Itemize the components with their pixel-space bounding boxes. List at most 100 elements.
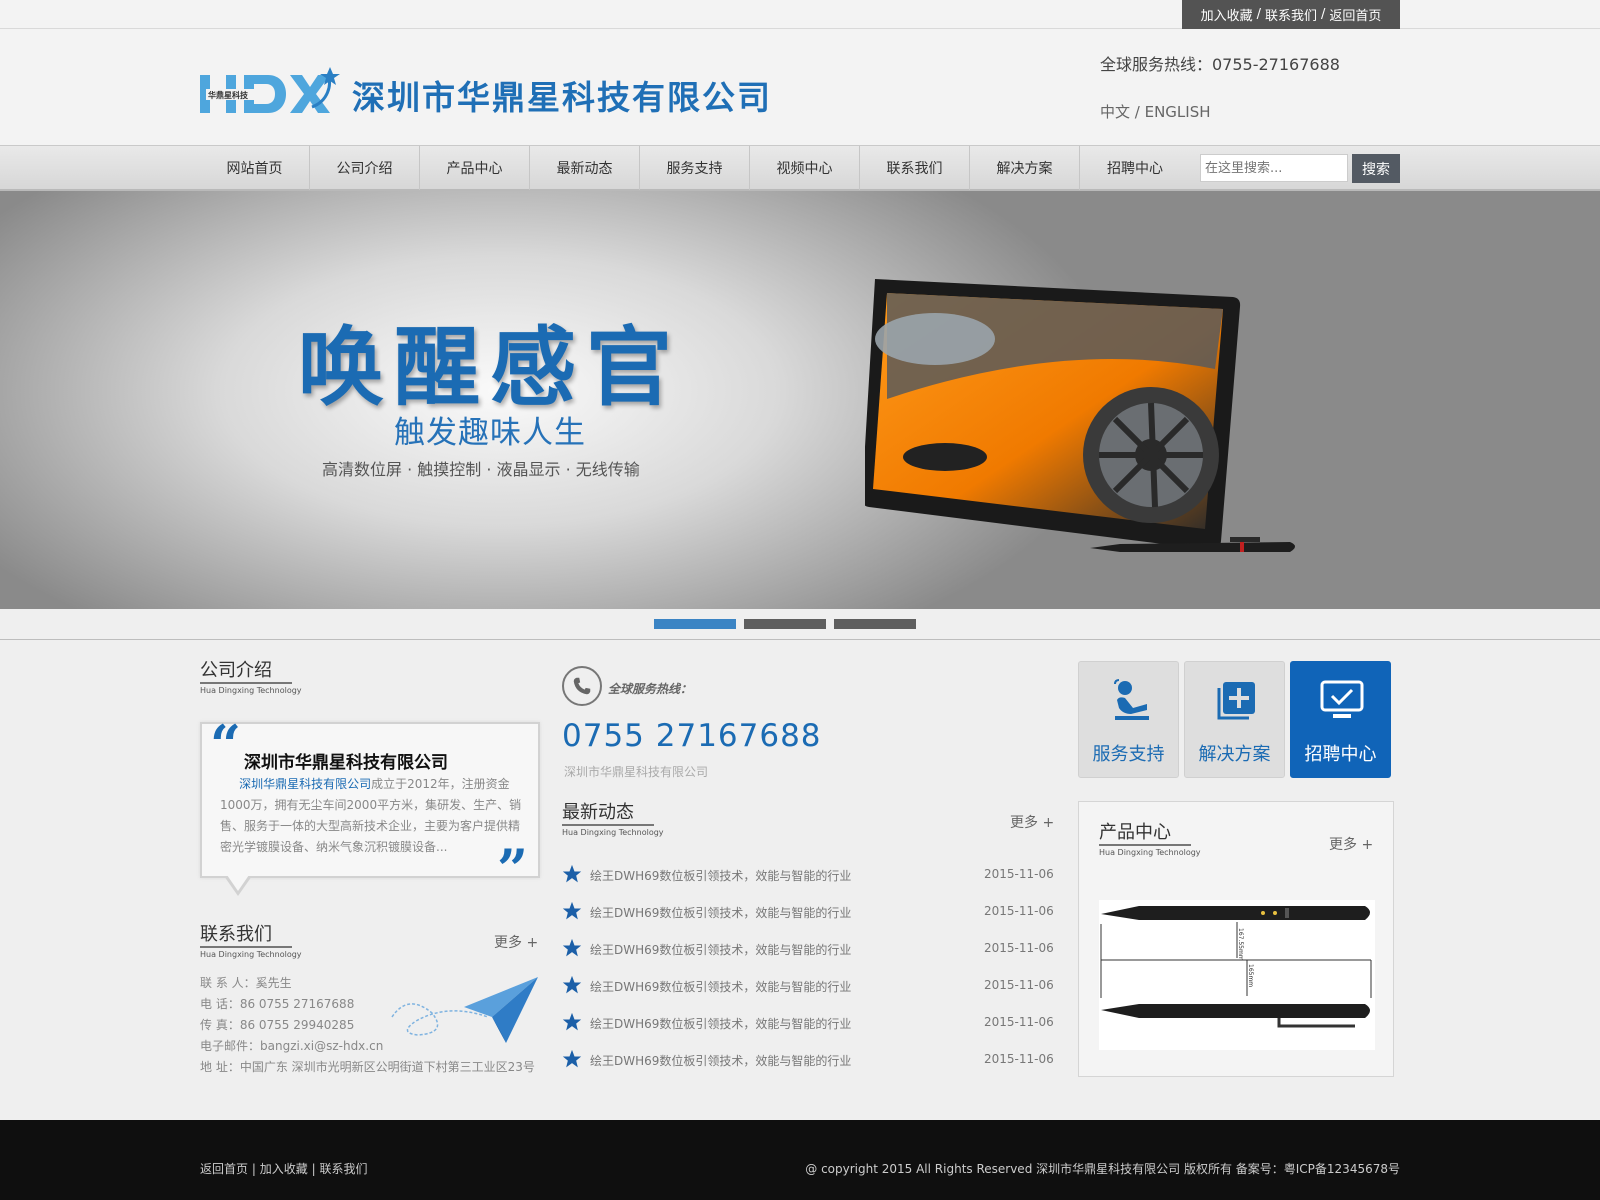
search-button[interactable]: 搜索 [1352,154,1400,183]
nav-item-about[interactable]: 公司介绍 [310,146,420,190]
news-item-date: 2015-11-06 [984,941,1054,955]
speech-tail-inner [227,875,249,891]
quote-close-icon: ” [496,837,528,901]
news-item-title[interactable]: 绘王DWH69数位板引领技术，效能与智能的行业 [590,941,851,958]
products-subtitle-en: Hua Dingxing Technology [1099,848,1201,857]
contact-title: 联系我们 [200,924,292,948]
about-box: “ 深圳市华鼎星科技有限公司 深圳华鼎星科技有限公司成立于2012年，注册资金1… [200,718,540,896]
footer: 返回首页 | 加入收藏 | 联系我们 @ copyright 2015 All … [0,1120,1600,1200]
news-item[interactable]: 绘王DWH69数位板引领技术，效能与智能的行业 2015-11-06 [562,938,1054,975]
nav-item-products[interactable]: 产品中心 [420,146,530,190]
nav-item-home[interactable]: 网站首页 [200,146,310,190]
nav-item-jobs[interactable]: 招聘中心 [1080,146,1190,190]
news-subtitle-en: Hua Dingxing Technology [562,828,664,837]
footer-link-bookmark[interactable]: 加入收藏 [260,1162,308,1176]
banner-title: 唤醒感官 [298,318,682,418]
star-icon [562,901,582,920]
footer-separator: | [251,1162,256,1176]
news-item-date: 2015-11-06 [984,1052,1054,1066]
nav-item-news[interactable]: 最新动态 [530,146,640,190]
logo[interactable]: 华鼎星科技 深圳市华鼎星科技有限公司 [200,49,800,129]
top-link-home[interactable]: 返回首页 [1329,5,1381,24]
top-link-contact[interactable]: 联系我们 [1265,5,1317,24]
contact-heading: 联系我们 Hua Dingxing Technology [200,924,302,959]
news-item[interactable]: 绘王DWH69数位板引领技术，效能与智能的行业 2015-11-06 [562,901,1054,938]
monitor-check-icon [1320,680,1364,718]
tile-label: 服务支持 [1092,744,1165,765]
news-item-date: 2015-11-06 [984,867,1054,881]
news-item[interactable]: 绘王DWH69数位板引领技术，效能与智能的行业 2015-11-06 [562,1012,1054,1049]
about-highlight-link[interactable]: 深圳华鼎星科技有限公司 [239,777,371,791]
contact-subtitle-en: Hua Dingxing Technology [200,950,302,959]
hotline-number: 0755 27167688 [562,718,822,754]
about-title: 公司介绍 [200,660,292,684]
top-link-bookmark[interactable]: 加入收藏 [1201,5,1253,24]
hotline-label: 全球服务热线： [608,682,693,696]
header: 华鼎星科技 深圳市华鼎星科技有限公司 全球服务热线：0755-27167688 … [0,29,1600,145]
news-item[interactable]: 绘王DWH69数位板引领技术，效能与智能的行业 2015-11-06 [562,864,1054,901]
main-nav: 网站首页 公司介绍 产品中心 最新动态 服务支持 视频中心 联系我们 解决方案 … [0,145,1600,191]
news-item-title[interactable]: 绘王DWH69数位板引领技术，效能与智能的行业 [590,904,851,921]
news-item-date: 2015-11-06 [984,904,1054,918]
tile-solutions[interactable]: 解决方案 [1184,661,1285,778]
news-list: 绘王DWH69数位板引领技术，效能与智能的行业 2015-11-06 绘王DWH… [562,864,1054,1086]
star-icon [562,864,582,883]
product-dim-long: 167.55mm [1237,928,1244,961]
slider-dots [0,609,1600,640]
phone-glyph-icon [573,677,591,695]
phone-icon [562,666,602,706]
stylus-image [1090,537,1295,552]
news-item-title[interactable]: 绘王DWH69数位板引领技术，效能与智能的行业 [590,867,851,884]
paper-plane-icon [391,977,538,1043]
banner-subtitle: 触发趣味人生 [394,415,586,451]
tile-label: 解决方案 [1198,744,1271,765]
news-item-date: 2015-11-06 [984,1015,1054,1029]
tablet-image [865,279,1241,551]
slide-dot-3[interactable] [834,619,916,629]
tile-service-support[interactable]: 服务支持 [1078,661,1179,778]
top-link-separator: / [1321,7,1326,22]
products-more-link[interactable]: 更多 + [1329,834,1373,854]
nav-items: 网站首页 公司介绍 产品中心 最新动态 服务支持 视频中心 联系我们 解决方案 … [200,146,1190,190]
news-item-title[interactable]: 绘王DWH69数位板引领技术，效能与智能的行业 [590,1052,851,1069]
products-title: 产品中心 [1099,822,1191,846]
support-person-icon [1114,679,1149,720]
product-dim-short: 165mm [1247,964,1254,987]
logo-mark-icon: 华鼎星科技 [200,67,340,113]
about-company-name: 深圳市华鼎星科技有限公司 [244,753,448,773]
header-hotline: 全球服务热线：0755-27167688 [1100,55,1340,74]
language-switch[interactable]: 中文 / ENGLISH [1100,101,1211,122]
star-icon [562,1049,582,1068]
nav-item-solutions[interactable]: 解决方案 [970,146,1080,190]
hotline-company: 深圳市华鼎星科技有限公司 [564,765,709,779]
news-item-title[interactable]: 绘王DWH69数位板引领技术，效能与智能的行业 [590,978,851,995]
news-item[interactable]: 绘王DWH69数位板引领技术，效能与智能的行业 2015-11-06 [562,1049,1054,1086]
slide-dot-1[interactable] [654,619,736,629]
add-square-icon [1217,682,1255,720]
hero-banner[interactable]: 唤醒感官 触发趣味人生 高清数位屏 · 触摸控制 · 液晶显示 · 无线传输 [0,191,1600,609]
top-link-separator: / [1256,7,1261,22]
top-links: 加入收藏 / 联系我们 / 返回首页 [1182,0,1400,29]
news-item[interactable]: 绘王DWH69数位板引领技术，效能与智能的行业 2015-11-06 [562,975,1054,1012]
nav-item-contact[interactable]: 联系我们 [860,146,970,190]
slide-dot-2[interactable] [744,619,826,629]
footer-link-contact[interactable]: 联系我们 [319,1162,367,1176]
about-text: 深圳华鼎星科技有限公司成立于2012年，注册资金1000万，拥有无尘车间2000… [220,774,524,858]
about-heading: 公司介绍 Hua Dingxing Technology [200,660,302,695]
nav-item-service[interactable]: 服务支持 [640,146,750,190]
search-input[interactable] [1200,154,1348,182]
footer-links: 返回首页 | 加入收藏 | 联系我们 [200,1160,367,1177]
news-more-link[interactable]: 更多 + [1010,812,1054,832]
news-item-title[interactable]: 绘王DWH69数位板引领技术，效能与智能的行业 [590,1015,851,1032]
logo-badge: 华鼎星科技 [208,90,249,100]
contact-more-link[interactable]: 更多 + [494,932,538,952]
footer-link-home[interactable]: 返回首页 [200,1162,248,1176]
news-title: 最新动态 [562,802,654,826]
product-stylus-image: 167.55mm 165mm [1099,900,1375,1050]
tile-label: 招聘中心 [1304,744,1377,765]
about-subtitle-en: Hua Dingxing Technology [200,686,302,695]
star-icon [562,938,582,957]
tile-recruitment[interactable]: 招聘中心 [1290,661,1391,778]
nav-item-video[interactable]: 视频中心 [750,146,860,190]
contact-address: 地 址：中国广东 深圳市光明新区公明街道下村第三工业区23号 [200,1060,535,1074]
